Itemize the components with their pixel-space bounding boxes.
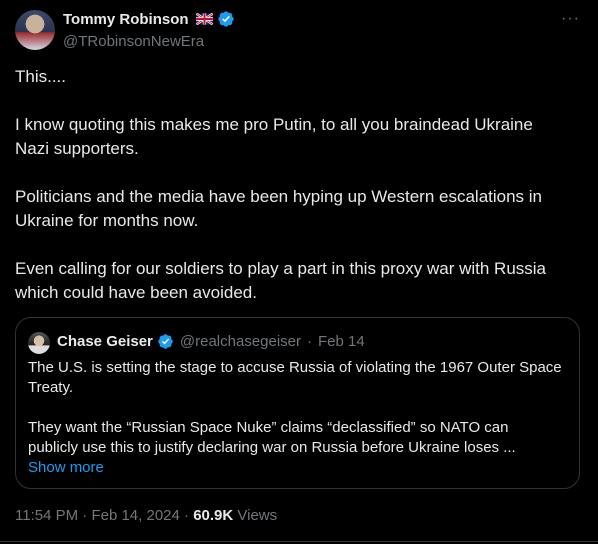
verified-badge-icon bbox=[217, 11, 234, 27]
quoted-header: Chase Geiser @realchasegeiser · Feb 14 bbox=[57, 333, 365, 350]
quoted-author-name: Chase Geiser bbox=[57, 333, 153, 350]
quoted-tweet[interactable]: Chase Geiser @realchasegeiser · Feb 14 T… bbox=[15, 317, 580, 489]
author-avatar[interactable] bbox=[15, 10, 55, 50]
meta-separator: · bbox=[184, 507, 190, 524]
author-name-row: Tommy Robinson bbox=[63, 10, 235, 28]
quoted-separator: · bbox=[307, 333, 313, 350]
show-more-link[interactable]: Show more bbox=[28, 459, 104, 476]
views-label: Views bbox=[237, 507, 278, 524]
quoted-author-avatar bbox=[28, 332, 50, 354]
quoted-author-handle: @realchasegeiser bbox=[179, 333, 302, 350]
tweet: Tommy Robinson @TRobinsonNewEra ··· This… bbox=[0, 0, 598, 544]
tweet-text: This.... I know quoting this makes me pr… bbox=[15, 67, 547, 302]
author-name[interactable]: Tommy Robinson bbox=[63, 11, 189, 28]
quoted-text: The U.S. is setting the stage to accuse … bbox=[28, 359, 562, 456]
tweet-meta: 11:54 PM · Feb 14, 2024 · 60.9K Views bbox=[15, 507, 277, 524]
author-handle[interactable]: @TRobinsonNewEra bbox=[63, 33, 204, 50]
tweet-date[interactable]: Feb 14, 2024 bbox=[91, 507, 179, 524]
meta-separator: · bbox=[82, 507, 88, 524]
views-count: 60.9K bbox=[193, 507, 234, 524]
verified-badge-icon bbox=[158, 334, 173, 349]
tweet-time[interactable]: 11:54 PM bbox=[15, 507, 78, 524]
divider bbox=[0, 541, 598, 542]
uk-flag-icon bbox=[195, 13, 213, 25]
more-options-icon[interactable]: ··· bbox=[561, 10, 580, 28]
quoted-date[interactable]: Feb 14 bbox=[318, 333, 365, 350]
